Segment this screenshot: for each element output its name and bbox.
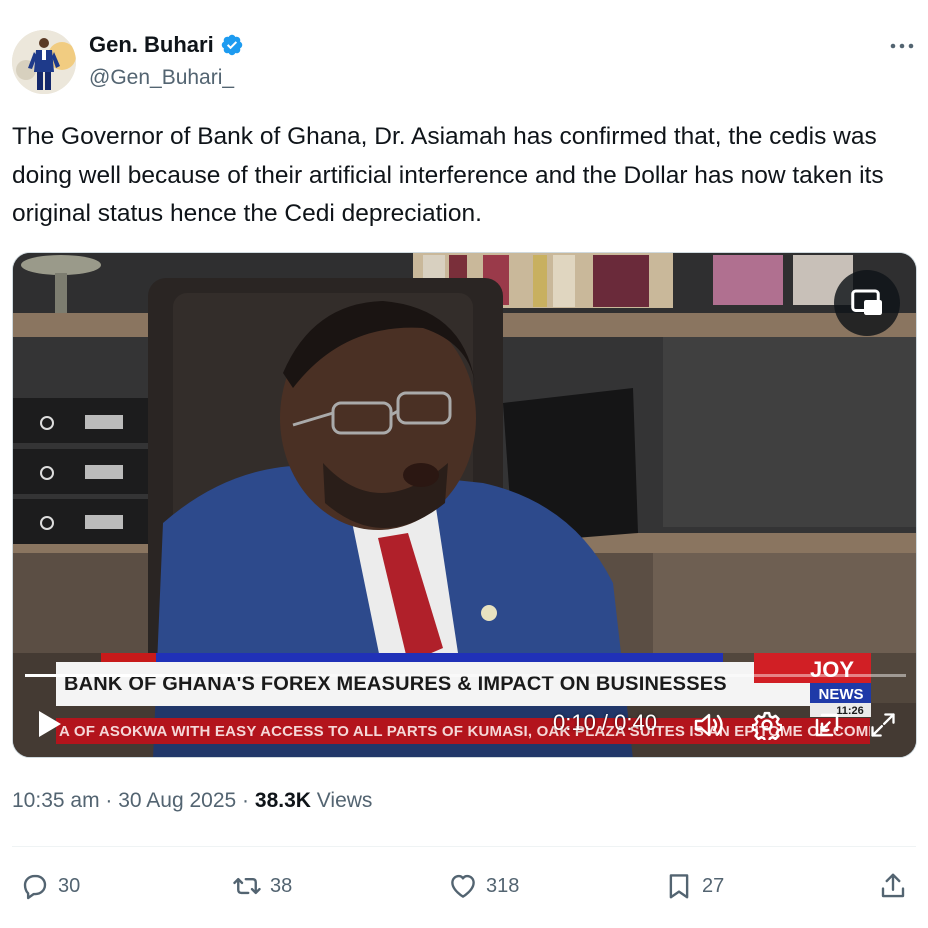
views-count: 38.3K [254,789,311,812]
like-count: 318 [486,874,520,897]
more-options-icon[interactable] [888,36,916,56]
fullscreen-icon [871,713,895,737]
exit-pip-button[interactable] [809,708,845,742]
play-button[interactable] [31,706,67,742]
share-button[interactable] [878,864,908,908]
reply-count: 30 [58,874,81,897]
meta-separator: · [242,789,250,812]
pip-exit-icon [815,713,839,737]
repost-icon [233,877,261,895]
video-time: 0:10 / 0:40 [553,710,657,735]
reply-icon [23,874,47,900]
bookmark-button[interactable]: 27 [664,864,724,908]
video-progress-bar[interactable] [25,674,906,677]
banner-stripe [156,653,723,662]
volume-button[interactable] [689,708,729,742]
volume-icon [694,713,723,737]
svg-text:NEWS: NEWS [819,686,864,703]
tweet-meta: 10:35 am · 30 Aug 2025 · 38.3K Views [12,789,372,813]
fullscreen-button[interactable] [865,708,901,742]
bookmark-icon [669,874,689,899]
share-icon [881,873,905,898]
user-handle[interactable]: @Gen_Buhari_ [89,66,234,90]
news-ticker: A OF ASOKWA WITH EASY ACCESS TO ALL PART… [56,718,870,744]
views-label: Views [316,789,373,812]
like-button[interactable]: 318 [448,864,519,908]
repost-button[interactable]: 38 [232,864,292,908]
bookmark-count: 27 [702,874,725,897]
display-name[interactable]: Gen. Buhari [89,32,214,58]
name-row: Gen. Buhari [89,32,244,58]
picture-in-picture-button[interactable] [834,270,900,336]
tweet-time[interactable]: 10:35 am [12,789,100,812]
play-icon [39,711,61,737]
svg-text:JOY: JOY [810,657,854,682]
tweet-header: Gen. Buhari @Gen_Buhari_ [12,30,916,96]
settings-button[interactable] [749,708,785,742]
settings-icon [752,711,782,740]
video-player[interactable]: BANK OF GHANA'S FOREX MEASURES & IMPACT … [12,252,917,758]
verified-badge-icon [221,34,242,56]
divider [12,846,916,847]
action-bar: 30 38 318 27 [0,864,928,908]
heart-icon [451,874,475,898]
reply-button[interactable]: 30 [20,864,80,908]
repost-count: 38 [270,874,293,897]
lower-third-banner: BANK OF GHANA'S FOREX MEASURES & IMPACT … [56,662,812,706]
tweet-text: The Governor of Bank of Ghana, Dr. Asiam… [12,123,884,227]
meta-separator: · [105,789,113,812]
avatar[interactable] [12,30,76,94]
video-progress-fill [25,674,246,677]
tweet-date[interactable]: 30 Aug 2025 [118,789,236,812]
picture-in-picture-icon [851,289,882,315]
